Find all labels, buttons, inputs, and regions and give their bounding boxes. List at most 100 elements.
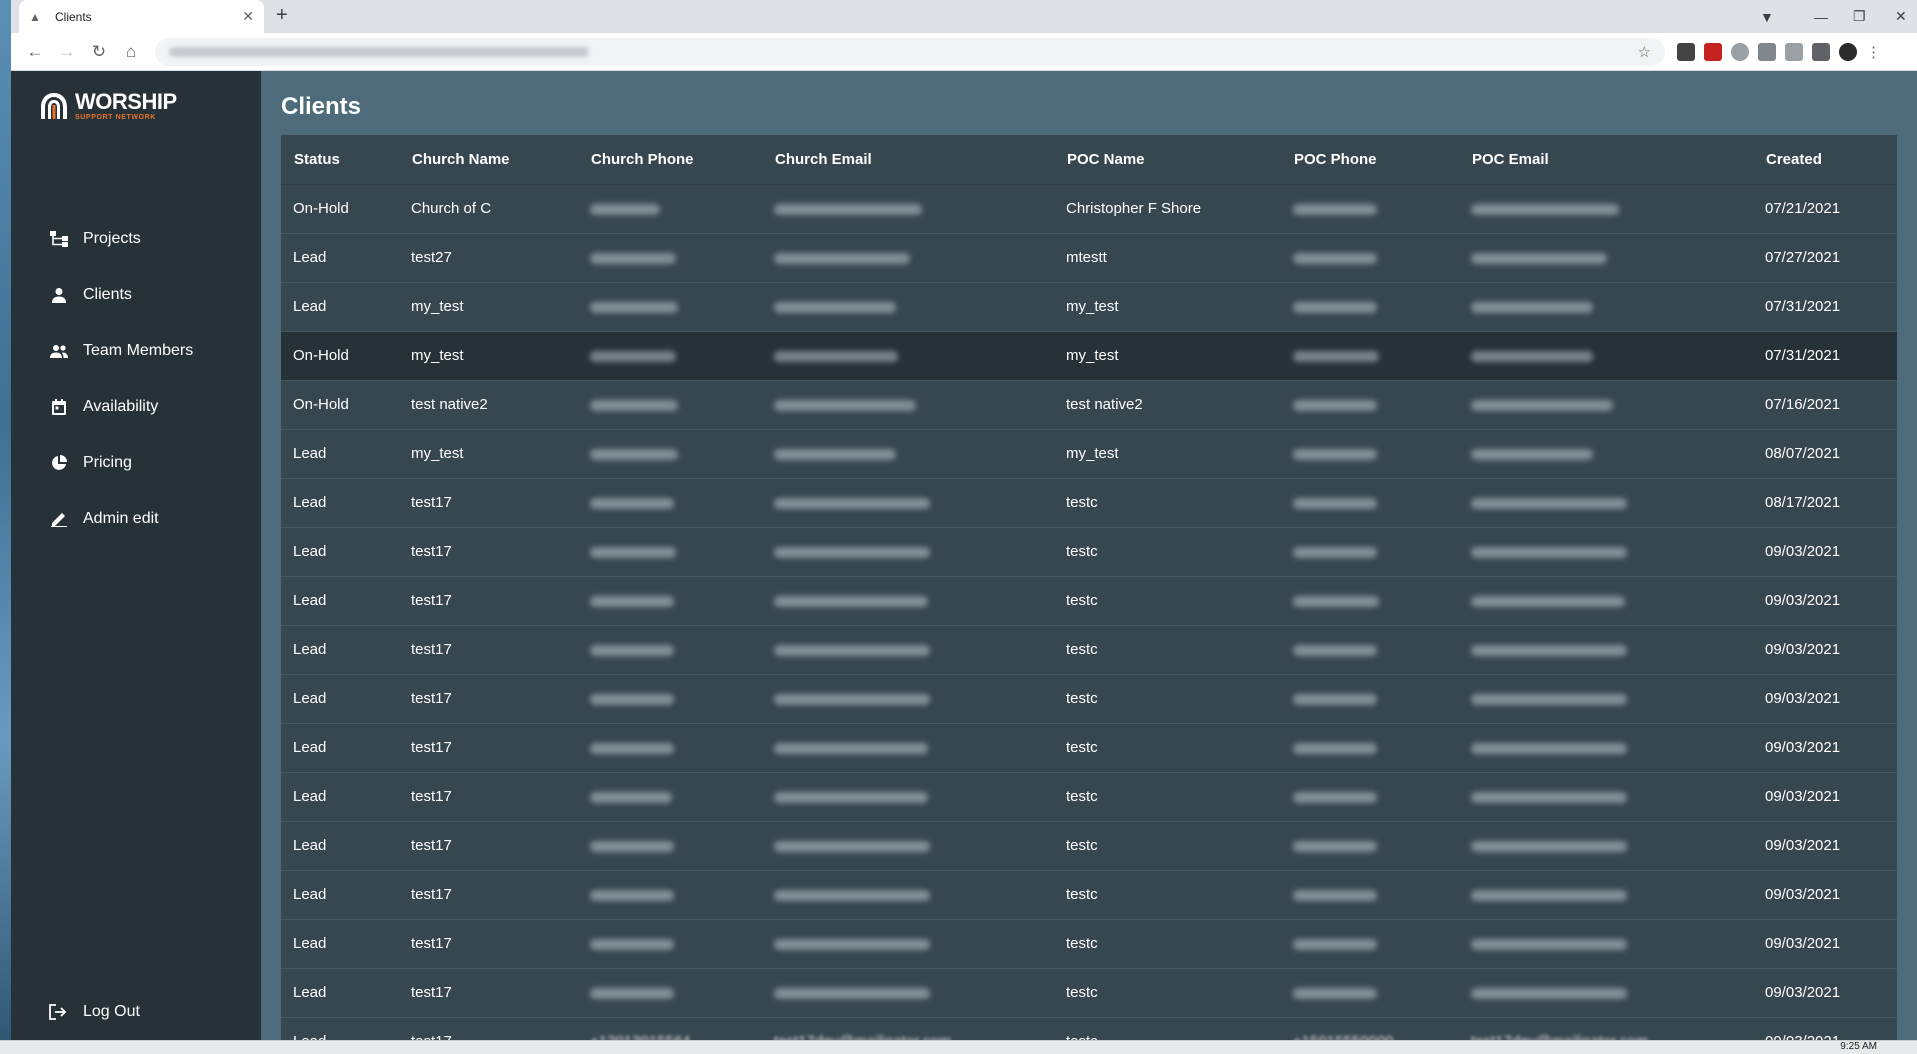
redacted-value (774, 350, 898, 362)
reload-icon[interactable]: ↻ (83, 42, 115, 62)
cell-created: 09/03/2021 (1753, 870, 1897, 920)
forward-icon[interactable]: → (51, 42, 83, 62)
new-tab-button[interactable]: + (276, 4, 288, 27)
restore-button[interactable]: ❐ (1853, 0, 1866, 33)
pdf-extension-icon[interactable] (1704, 42, 1722, 61)
sidebar-item-label: Team Members (83, 342, 194, 359)
sidebar-item-pricing[interactable]: Pricing (11, 435, 261, 491)
sidebar-item-projects[interactable]: Projects (11, 211, 261, 267)
column-header[interactable]: Church Email (762, 135, 1054, 185)
redacted-value (774, 301, 896, 313)
cell-church-phone (578, 429, 762, 479)
cell-church-name: test17 (399, 527, 578, 577)
cell-poc-phone (1281, 184, 1459, 234)
cell-poc-name: test native2 (1054, 380, 1281, 430)
table-row[interactable]: On-Hold Church of C Christopher F Shore 07/… (281, 184, 1897, 234)
table-row[interactable]: Lead my_test my_test 08/07/2021 (281, 429, 1897, 479)
cell-poc-phone (1281, 576, 1459, 626)
redacted-value (1471, 938, 1627, 950)
cell-church-name: test17 (399, 772, 578, 822)
cell-created: 07/16/2021 (1753, 380, 1897, 430)
cell-church-name: test17 (399, 625, 578, 675)
cell-church-email (762, 380, 1054, 430)
sidebar-item-clients[interactable]: Clients (11, 267, 261, 323)
table-row[interactable]: Lead test17 testc 08/17/2021 (281, 478, 1897, 528)
table-row[interactable]: Lead test17 testc 09/03/2021 (281, 772, 1897, 822)
column-header[interactable]: Church Name (399, 135, 578, 185)
sidebar-item-admin-edit[interactable]: Admin edit (11, 491, 261, 547)
redacted-value (774, 644, 930, 656)
address-bar[interactable]: ☆ (155, 37, 1665, 66)
cell-status: Lead (281, 674, 399, 724)
column-header[interactable]: Created (1753, 135, 1897, 185)
column-header[interactable]: Church Phone (578, 135, 762, 185)
sidebar-item-availability[interactable]: Availability (11, 379, 261, 435)
redacted-value (1471, 497, 1627, 509)
back-icon[interactable]: ← (19, 42, 51, 62)
tab-close-icon[interactable]: ✕ (242, 8, 254, 25)
logout-button[interactable]: Log Out (11, 984, 261, 1040)
table-row[interactable]: Lead test17 testc 09/03/2021 (281, 919, 1897, 969)
column-header[interactable]: POC Email (1459, 135, 1753, 185)
cell-created: 08/07/2021 (1753, 429, 1897, 479)
browser-tab[interactable]: ▲ Clients ✕ (19, 0, 264, 33)
clients-table-container[interactable]: Status Church Name Church Phone Church Emai… (281, 135, 1897, 1040)
cell-church-name: test17 (399, 723, 578, 773)
cell-poc-phone (1281, 625, 1459, 675)
sidebar-item-team-members[interactable]: Team Members (11, 323, 261, 379)
extension-icon[interactable] (1758, 42, 1776, 61)
table-row[interactable]: Lead test27 mtestt 07/27/2021 (281, 233, 1897, 283)
table-row[interactable]: Leadtest17+12013015564test17dev@mailinat… (281, 1017, 1897, 1040)
cell-poc-email (1459, 870, 1753, 920)
redacted-value (774, 889, 930, 901)
cell-poc-name: my_test (1054, 331, 1281, 381)
puzzle-icon[interactable] (1812, 42, 1830, 61)
table-row[interactable]: On-Hold my_test my_test 07/31/2021 (281, 331, 1897, 381)
redacted-value (1471, 742, 1627, 754)
page-title: Clients (281, 93, 362, 120)
bookmark-star-icon[interactable]: ☆ (1638, 43, 1651, 61)
column-header[interactable]: Status (281, 135, 399, 185)
profile-avatar[interactable] (1839, 42, 1857, 61)
home-icon[interactable]: ⌂ (115, 42, 147, 62)
cell-status: Lead (281, 1017, 399, 1040)
column-header[interactable]: POC Name (1054, 135, 1281, 185)
table-row[interactable]: Lead test17 testc 09/03/2021 (281, 625, 1897, 675)
extension-icon[interactable] (1785, 42, 1803, 61)
tab-title: Clients (55, 9, 92, 24)
cell-created: 09/03/2021 (1753, 919, 1897, 969)
tab-search-icon[interactable]: ▼ (1760, 0, 1774, 33)
table-row[interactable]: On-Hold test native2 test native2 07/16/202… (281, 380, 1897, 430)
brand-logo[interactable]: WORSHIP SUPPORT NETWORK (37, 91, 177, 121)
cell-poc-phone (1281, 870, 1459, 920)
table-row[interactable]: Lead test17 testc 09/03/2021 (281, 576, 1897, 626)
table-row[interactable]: Lead test17 testc 09/03/2021 (281, 674, 1897, 724)
close-window-button[interactable]: ✕ (1895, 0, 1907, 33)
redacted-value (774, 595, 928, 607)
table-row[interactable]: Lead test17 testc 09/03/2021 (281, 821, 1897, 871)
table-row[interactable]: Lead test17 testc 09/03/2021 (281, 527, 1897, 577)
cell-church-name: my_test (399, 282, 578, 332)
redacted-value (1471, 203, 1619, 215)
table-row[interactable]: Lead my_test my_test 07/31/2021 (281, 282, 1897, 332)
cell-church-name: test17 (399, 821, 578, 871)
cell-poc-phone (1281, 429, 1459, 479)
app-container: WORSHIP SUPPORT NETWORK Projects Clients (11, 71, 1917, 1040)
table-row[interactable]: Lead test17 testc 09/03/2021 (281, 870, 1897, 920)
cell-church-name: test17 (399, 1017, 578, 1040)
extension-icon[interactable] (1731, 42, 1749, 61)
cell-poc-email (1459, 184, 1753, 234)
table-row[interactable]: Lead test17 testc 09/03/2021 (281, 968, 1897, 1018)
table-row[interactable]: Lead test17 testc 09/03/2021 (281, 723, 1897, 773)
cell-church-name: my_test (399, 331, 578, 381)
column-header[interactable]: POC Phone (1281, 135, 1459, 185)
more-menu-icon[interactable]: ⋮ (1866, 43, 1881, 61)
cell-poc-phone (1281, 282, 1459, 332)
cell-poc-phone (1281, 527, 1459, 577)
cell-church-email (762, 870, 1054, 920)
extension-icon[interactable] (1677, 42, 1695, 61)
cell-church-email (762, 674, 1054, 724)
person-icon (49, 285, 69, 305)
minimize-button[interactable]: — (1814, 0, 1828, 33)
redacted-value (1293, 203, 1377, 215)
